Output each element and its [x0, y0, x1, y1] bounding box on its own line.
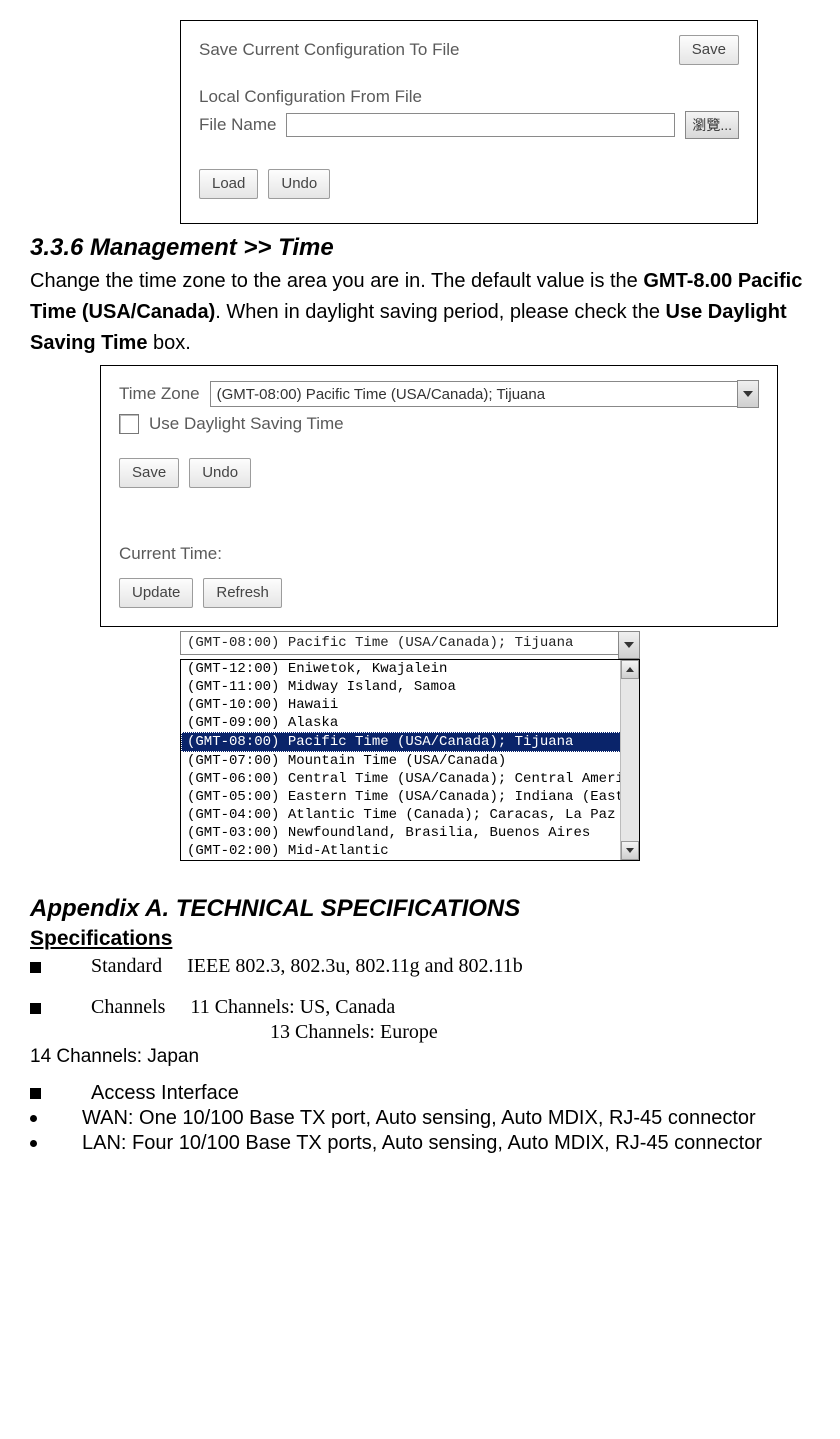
file-name-label: File Name	[199, 115, 276, 135]
scroll-up-button[interactable]	[621, 660, 639, 679]
chevron-down-icon	[624, 642, 634, 648]
spec-item-access-interface: Access Interface	[30, 1082, 810, 1105]
time-zone-label: Time Zone	[119, 384, 200, 404]
spec-lan-text: LAN: Four 10/100 Base TX ports, Auto sen…	[82, 1132, 762, 1154]
time-zone-option[interactable]: (GMT-08:00) Pacific Time (USA/Canada); T…	[181, 732, 621, 752]
appendix-heading: Appendix A. TECHNICAL SPECIFICATIONS	[30, 895, 810, 923]
time-panel: Time Zone (GMT-08:00) Pacific Time (USA/…	[100, 365, 778, 627]
specifications-heading: Specifications	[30, 927, 810, 951]
chevron-down-icon	[743, 391, 753, 397]
file-name-input[interactable]	[286, 113, 675, 137]
chevron-up-icon	[626, 667, 634, 672]
time-zone-option[interactable]: (GMT-07:00) Mountain Time (USA/Canada)	[181, 752, 621, 770]
time-zone-option[interactable]: (GMT-05:00) Eastern Time (USA/Canada); I…	[181, 788, 621, 806]
spec-standard-text: Standard IEEE 802.3, 802.3u, 802.11g and…	[91, 955, 523, 977]
save-config-label: Save Current Configuration To File	[199, 40, 460, 60]
save-button-time[interactable]: Save	[119, 458, 179, 488]
spec-wan-text: WAN: One 10/100 Base TX port, Auto sensi…	[82, 1107, 756, 1129]
save-button[interactable]: Save	[679, 35, 739, 65]
time-zone-option[interactable]: (GMT-06:00) Central Time (USA/Canada); C…	[181, 770, 621, 788]
spec-channels-europe: 13 Channels: Europe	[270, 1021, 810, 1044]
spec-item-wan: WAN: One 10/100 Base TX port, Auto sensi…	[30, 1107, 810, 1130]
browse-button[interactable]: 瀏覽...	[685, 111, 739, 139]
spec-channels-japan: 14 Channels: Japan	[30, 1046, 810, 1068]
square-bullet-icon	[30, 1088, 41, 1099]
scroll-down-button[interactable]	[621, 841, 639, 860]
dot-bullet-icon	[30, 1140, 37, 1147]
time-zone-selected-text: (GMT-08:00) Pacific Time (USA/Canada); T…	[180, 631, 618, 655]
time-zone-listbox[interactable]: (GMT-12:00) Eniwetok, Kwajalein(GMT-11:0…	[180, 659, 640, 861]
time-zone-dropdown-open: (GMT-08:00) Pacific Time (USA/Canada); T…	[180, 631, 640, 861]
undo-button[interactable]: Undo	[268, 169, 330, 199]
dst-checkbox[interactable]	[119, 414, 139, 434]
dropdown-button-open[interactable]	[618, 631, 640, 659]
dropdown-button[interactable]	[737, 380, 759, 408]
dst-label: Use Daylight Saving Time	[149, 414, 344, 434]
time-zone-value: (GMT-08:00) Pacific Time (USA/Canada); T…	[210, 381, 737, 407]
undo-button-time[interactable]: Undo	[189, 458, 251, 488]
time-zone-option[interactable]: (GMT-09:00) Alaska	[181, 714, 621, 732]
local-config-label: Local Configuration From File	[199, 87, 739, 107]
load-button[interactable]: Load	[199, 169, 258, 199]
text-run: box.	[147, 332, 190, 354]
section-heading-time: 3.3.6 Management >> Time	[30, 234, 810, 262]
square-bullet-icon	[30, 962, 41, 973]
section-body-time: Change the time zone to the area you are…	[30, 266, 810, 359]
spec-item-lan: LAN: Four 10/100 Base TX ports, Auto sen…	[30, 1132, 810, 1155]
spec-item-channels: Channels 11 Channels: US, Canada	[30, 996, 810, 1019]
time-zone-option[interactable]: (GMT-11:00) Midway Island, Samoa	[181, 678, 621, 696]
spec-access-interface-text: Access Interface	[91, 1082, 239, 1104]
time-zone-option[interactable]: (GMT-10:00) Hawaii	[181, 696, 621, 714]
time-zone-option[interactable]: (GMT-02:00) Mid-Atlantic	[181, 842, 621, 860]
square-bullet-icon	[30, 1003, 41, 1014]
time-zone-option[interactable]: (GMT-04:00) Atlantic Time (Canada); Cara…	[181, 806, 621, 824]
chevron-down-icon	[626, 848, 634, 853]
refresh-button[interactable]: Refresh	[203, 578, 282, 608]
spec-channels-text: Channels 11 Channels: US, Canada	[91, 996, 395, 1018]
update-button[interactable]: Update	[119, 578, 193, 608]
text-run: Change the time zone to the area you are…	[30, 270, 643, 292]
scrollbar[interactable]	[620, 660, 639, 860]
time-zone-option[interactable]: (GMT-12:00) Eniwetok, Kwajalein	[181, 660, 621, 678]
time-zone-select[interactable]: (GMT-08:00) Pacific Time (USA/Canada); T…	[210, 380, 759, 408]
time-zone-option[interactable]: (GMT-03:00) Newfoundland, Brasilia, Buen…	[181, 824, 621, 842]
text-run: . When in daylight saving period, please…	[215, 301, 665, 323]
current-time-label: Current Time:	[119, 544, 759, 564]
config-file-panel: Save Current Configuration To File Save …	[180, 20, 758, 224]
spec-item-standard: Standard IEEE 802.3, 802.3u, 802.11g and…	[30, 955, 810, 978]
dot-bullet-icon	[30, 1115, 37, 1122]
